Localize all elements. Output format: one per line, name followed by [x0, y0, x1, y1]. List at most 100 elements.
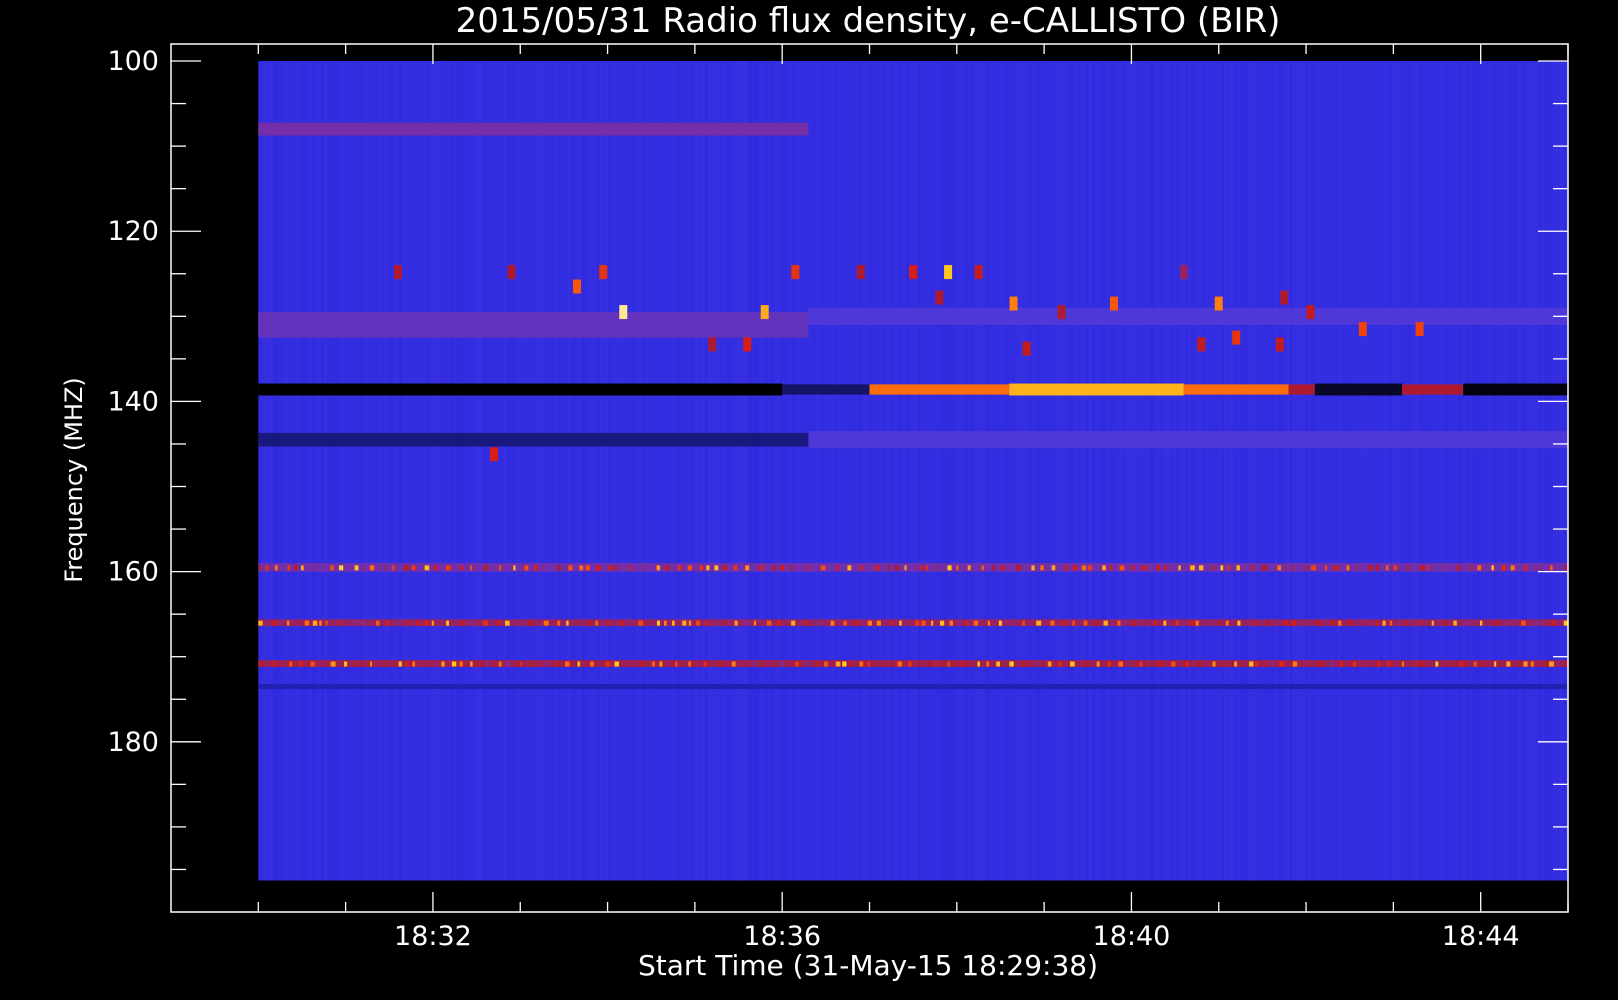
heatmap-texture-column: [777, 61, 780, 881]
y-tick-label: 120: [107, 216, 159, 247]
heatmap-band: [869, 384, 1010, 395]
heatmap-speckle: [483, 565, 489, 571]
heatmap-speckle: [998, 620, 1002, 626]
heatmap-texture-column: [552, 61, 555, 881]
heatmap-speckle: [397, 620, 401, 626]
heatmap-texture-column: [798, 61, 801, 881]
heatmap-speckle: [1386, 565, 1389, 571]
heatmap-texture-column: [1413, 61, 1416, 881]
heatmap-texture-column: [1545, 61, 1548, 881]
heatmap-texture-column: [1191, 61, 1194, 881]
heatmap-speckle: [664, 565, 670, 571]
heatmap-texture-column: [738, 61, 741, 881]
heatmap-speckle: [1333, 565, 1339, 571]
heatmap-texture-column: [1011, 61, 1014, 881]
heatmap-speckle: [543, 620, 549, 626]
heatmap-speckle: [1255, 661, 1259, 667]
heatmap-speckle: [467, 620, 473, 626]
heatmap-speckle: [843, 620, 847, 626]
heatmap-texture-column: [534, 61, 537, 881]
heatmap-texture-column: [624, 61, 627, 881]
heatmap-speckle: [354, 661, 357, 667]
heatmap-speckle: [483, 620, 488, 626]
heatmap-speckle: [1508, 620, 1511, 626]
heatmap-burst: [1022, 341, 1031, 356]
heatmap-speckle: [1069, 661, 1075, 667]
heatmap-texture-column: [642, 61, 645, 881]
heatmap-speckle: [315, 565, 318, 571]
heatmap-texture-column: [426, 61, 429, 881]
heatmap-texture-column: [333, 61, 336, 881]
heatmap-speckle: [499, 565, 502, 571]
heatmap-speckle: [1550, 620, 1555, 626]
heatmap-texture-column: [1197, 61, 1200, 881]
x-tick-label: 18:32: [394, 921, 472, 952]
heatmap-texture-column: [1380, 61, 1383, 881]
heatmap-speckle: [1564, 565, 1567, 571]
heatmap-texture-column: [981, 61, 984, 881]
heatmap-texture-column: [1272, 61, 1275, 881]
heatmap-speckle: [258, 620, 263, 626]
heatmap-texture-column: [978, 61, 981, 881]
heatmap-texture-column: [801, 61, 804, 881]
heatmap-texture-column: [342, 61, 345, 881]
heatmap-speckle: [1185, 661, 1189, 667]
heatmap-speckle: [579, 565, 584, 571]
heatmap-speckle: [1284, 565, 1287, 571]
heatmap-burst: [935, 290, 944, 305]
heatmap-speckle: [860, 565, 864, 571]
y-axis-label: Frequency (MHZ): [60, 377, 88, 583]
heatmap-texture-column: [696, 61, 699, 881]
heatmap-texture-column: [501, 61, 503, 880]
heatmap-speckle: [791, 565, 794, 571]
heatmap-texture-column: [1440, 61, 1443, 881]
heatmap-speckle: [369, 661, 373, 667]
heatmap-texture-column: [1539, 61, 1542, 881]
heatmap-speckle: [614, 661, 619, 667]
heatmap-burst: [760, 305, 769, 320]
heatmap-texture-column: [789, 61, 792, 881]
heatmap-speckle: [1375, 620, 1379, 626]
heatmap-texture-column: [1086, 61, 1089, 881]
heatmap-speckle: [585, 565, 590, 571]
heatmap-speckle: [595, 620, 599, 626]
heatmap-speckle: [566, 620, 569, 626]
heatmap-texture-column: [570, 61, 573, 881]
heatmap-texture-column: [1524, 61, 1527, 881]
heatmap-texture-column: [417, 61, 420, 881]
heatmap-speckle: [1495, 620, 1501, 626]
heatmap-texture-column: [1164, 61, 1167, 881]
heatmap-texture-column: [1530, 61, 1533, 881]
heatmap-speckle: [1103, 620, 1108, 626]
x-axis-label: Start Time (31-May-15 18:29:38): [638, 949, 1098, 982]
heatmap-speckle: [688, 620, 692, 626]
heatmap-speckle: [323, 661, 327, 667]
heatmap-speckle: [300, 565, 304, 571]
heatmap-texture-column: [543, 61, 546, 881]
heatmap-texture-column: [279, 61, 282, 881]
heatmap-texture-column: [1395, 61, 1397, 880]
heatmap-speckle: [1124, 661, 1130, 667]
heatmap-burst: [708, 337, 717, 352]
heatmap-texture-column: [1512, 61, 1514, 880]
heatmap-texture-column: [1464, 61, 1467, 881]
heatmap-speckle: [392, 565, 395, 571]
heatmap-speckle: [820, 565, 826, 571]
heatmap-texture-column: [993, 61, 996, 881]
heatmap-texture-column: [678, 61, 681, 881]
heatmap-speckle: [1480, 620, 1483, 626]
heatmap-speckle: [1277, 565, 1282, 571]
heatmap-texture-column: [708, 61, 711, 881]
heatmap-speckle: [1118, 661, 1123, 667]
heatmap-texture-column: [1239, 61, 1242, 881]
heatmap-speckle: [1189, 620, 1195, 626]
heatmap-band: [782, 384, 870, 395]
heatmap-texture-column: [690, 61, 693, 881]
heatmap-speckle: [996, 661, 1001, 667]
heatmap-speckle: [1330, 661, 1335, 667]
heatmap-texture-column: [1230, 61, 1233, 881]
heatmap-speckle: [344, 661, 348, 667]
heatmap-texture-column: [588, 61, 590, 880]
heatmap-speckle: [1072, 565, 1077, 571]
heatmap-texture-column: [1242, 61, 1245, 881]
